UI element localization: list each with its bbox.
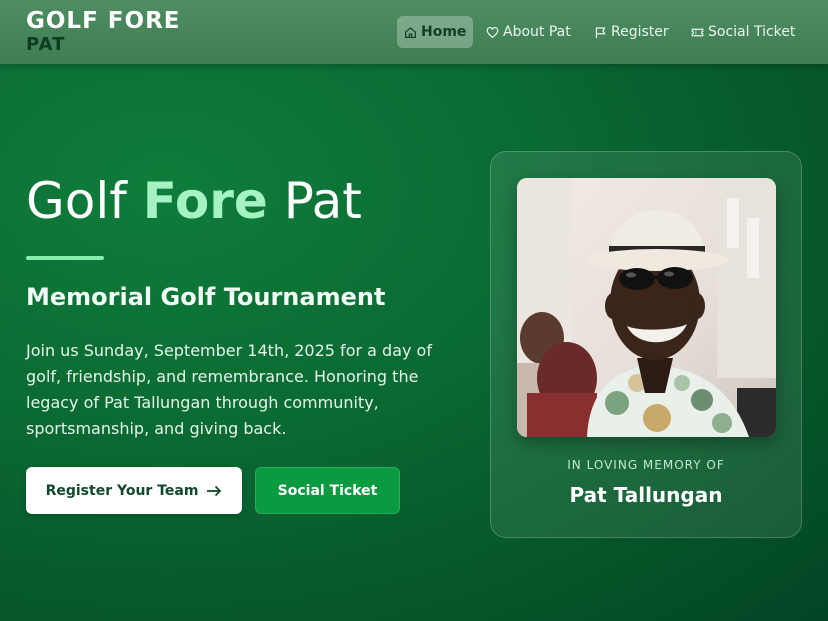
logo-line-2[interactable]: PAT	[26, 34, 65, 55]
home-icon	[405, 26, 416, 38]
social-ticket-button[interactable]: Social Ticket	[255, 467, 400, 514]
nav-item-label: Home	[421, 24, 467, 40]
hero-description: Join us Sunday, September 14th, 2025 for…	[26, 341, 432, 438]
hero-title: Golf Fore Pat	[26, 172, 362, 230]
top-navbar: GOLF FORE PAT Home About Pat Register So…	[0, 0, 828, 64]
hero-title-accent: Fore	[142, 172, 268, 230]
register-team-button[interactable]: Register Your Team	[26, 467, 242, 514]
memorial-label: IN LOVING MEMORY OF	[567, 458, 725, 472]
nav-item-label: About Pat	[503, 24, 571, 40]
heart-icon	[486, 26, 499, 38]
nav-item-social-ticket[interactable]: Social Ticket	[684, 16, 802, 48]
portrait-illustration	[517, 178, 776, 437]
hero-title-start: Golf	[26, 172, 143, 230]
memorial-name: Pat Tallungan	[569, 483, 723, 507]
nav-item-label: Social Ticket	[708, 24, 796, 40]
logo-line-1[interactable]: GOLF FORE	[26, 8, 181, 34]
arrow-right-icon	[207, 485, 222, 496]
nav-item-about-pat[interactable]: About Pat	[479, 16, 578, 48]
title-divider	[26, 256, 104, 260]
flag-icon	[595, 26, 606, 38]
nav-item-home[interactable]: Home	[397, 16, 474, 48]
social-ticket-label: Social Ticket	[277, 482, 378, 499]
hero-subtitle: Memorial Golf Tournament	[26, 283, 386, 311]
ticket-icon	[691, 28, 704, 36]
memorial-card: IN LOVING MEMORY OF Pat Tallungan	[490, 151, 802, 538]
pat-portrait-photo	[517, 178, 776, 437]
register-team-label: Register Your Team	[45, 482, 199, 499]
nav-item-label: Register	[611, 24, 669, 40]
hero-title-end: Pat	[267, 172, 362, 230]
nav-item-register[interactable]: Register	[587, 16, 676, 48]
